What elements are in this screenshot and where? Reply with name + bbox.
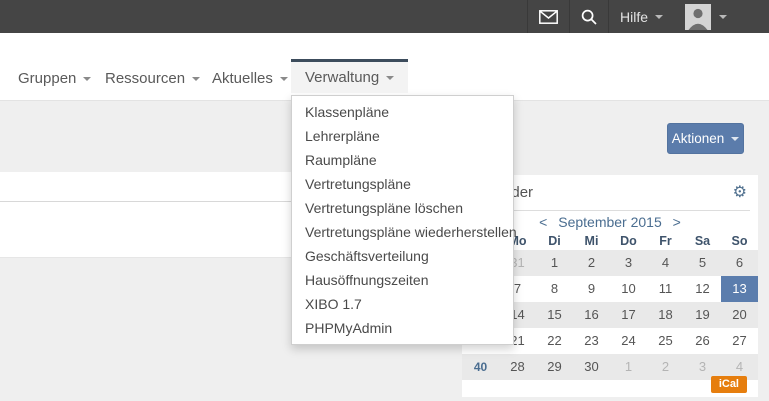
calendar-day[interactable]: 19 (684, 302, 721, 328)
calendar-day[interactable]: 25 (647, 328, 684, 354)
day-header: Do (610, 233, 647, 250)
nav-item-ressourcen[interactable]: Ressourcen (91, 62, 214, 95)
nav-item-label: Verwaltung (305, 69, 379, 86)
calendar-day[interactable]: 2 (647, 354, 684, 380)
calendar-day[interactable]: 30 (573, 354, 610, 380)
day-header: Sa (684, 233, 721, 250)
calendar-day[interactable]: 11 (647, 276, 684, 302)
calendar-day[interactable]: 10 (610, 276, 647, 302)
verwaltung-dropdown-menu: KlassenpläneLehrerpläneRaumpläneVertretu… (291, 95, 514, 345)
menu-item-raumpl-ne[interactable]: Raumpläne (292, 148, 513, 172)
calendar-day[interactable]: 9 (573, 276, 610, 302)
actions-button-label: Aktionen (672, 131, 725, 146)
menu-item-xibo-1-7[interactable]: XIBO 1.7 (292, 292, 513, 316)
search-icon (581, 9, 597, 25)
chevron-down-icon (719, 15, 727, 19)
calendar-day[interactable]: 22 (536, 328, 573, 354)
actions-button[interactable]: Aktionen (667, 123, 744, 154)
calendar-day[interactable]: 26 (684, 328, 721, 354)
day-header: Mi (573, 233, 610, 250)
calendar-day[interactable]: 29 (536, 354, 573, 380)
menu-item-phpmyadmin[interactable]: PHPMyAdmin (292, 316, 513, 340)
next-month-button[interactable]: > (671, 214, 683, 230)
calendar-day[interactable]: 27 (721, 328, 758, 354)
calendar-day[interactable]: 12 (684, 276, 721, 302)
week-number: 40 (462, 354, 499, 380)
calendar-day[interactable]: 6 (721, 250, 758, 276)
calendar-day[interactable]: 16 (573, 302, 610, 328)
calendar-day[interactable]: 5 (684, 250, 721, 276)
menu-item-gesch-ftsverteilung[interactable]: Geschäftsverteilung (292, 244, 513, 268)
calendar-day[interactable]: 17 (610, 302, 647, 328)
chevron-down-icon (731, 137, 739, 141)
avatar (685, 4, 711, 30)
gear-icon[interactable]: ⚙ (733, 175, 747, 210)
menu-item-lehrerpl-ne[interactable]: Lehrerpläne (292, 124, 513, 148)
help-menu[interactable]: Hilfe (608, 0, 674, 33)
calendar-day[interactable]: 8 (536, 276, 573, 302)
prev-month-button[interactable]: < (537, 214, 549, 230)
nav-item-aktuelles[interactable]: Aktuelles (198, 62, 302, 95)
calendar-day[interactable]: 4 (647, 250, 684, 276)
calendar-day[interactable]: 1 (536, 250, 573, 276)
menu-item-vertretungspl-ne-wiederherstellen[interactable]: Vertretungspläne wiederherstellen (292, 220, 513, 244)
menu-item-klassenpl-ne[interactable]: Klassenpläne (292, 100, 513, 124)
calendar-day[interactable]: 18 (647, 302, 684, 328)
nav-item-label: Ressourcen (105, 70, 185, 87)
calendar-day[interactable]: 3 (610, 250, 647, 276)
topbar-right-cluster: Hilfe (527, 0, 740, 33)
help-label: Hilfe (620, 9, 648, 25)
calendar-day[interactable]: 23 (573, 328, 610, 354)
calendar-day-selected[interactable]: 13 (721, 276, 758, 302)
month-label: September 2015 (558, 214, 662, 230)
day-header: Fr (647, 233, 684, 250)
chevron-down-icon (655, 15, 663, 19)
nav-item-label: Gruppen (18, 70, 76, 87)
menu-item-vertretungspl-ne[interactable]: Vertretungspläne (292, 172, 513, 196)
chevron-down-icon (280, 77, 288, 81)
calendar-day[interactable]: 2 (573, 250, 610, 276)
calendar-day[interactable]: 15 (536, 302, 573, 328)
calendar-day[interactable]: 24 (610, 328, 647, 354)
calendar-day[interactable]: 28 (499, 354, 536, 380)
day-header: Di (536, 233, 573, 250)
menu-item-vertretungspl-ne-l-schen[interactable]: Vertretungspläne löschen (292, 196, 513, 220)
search-button[interactable] (569, 0, 608, 33)
menu-item-haus-ffnungszeiten[interactable]: Hausöffnungszeiten (292, 268, 513, 292)
nav-item-verwaltung[interactable]: Verwaltung (291, 59, 408, 93)
calendar-day[interactable]: 20 (721, 302, 758, 328)
chevron-down-icon (386, 76, 394, 80)
nav-band: Gruppen Ressourcen Aktuelles Verwaltung (0, 33, 769, 101)
topbar: Hilfe (0, 0, 769, 33)
user-menu[interactable] (674, 0, 740, 33)
ical-button[interactable]: iCal (711, 376, 747, 393)
mail-icon (539, 10, 558, 24)
day-header: So (721, 233, 758, 250)
calendar-day[interactable]: 1 (610, 354, 647, 380)
nav-item-label: Aktuelles (212, 70, 273, 87)
mail-button[interactable] (527, 0, 569, 33)
